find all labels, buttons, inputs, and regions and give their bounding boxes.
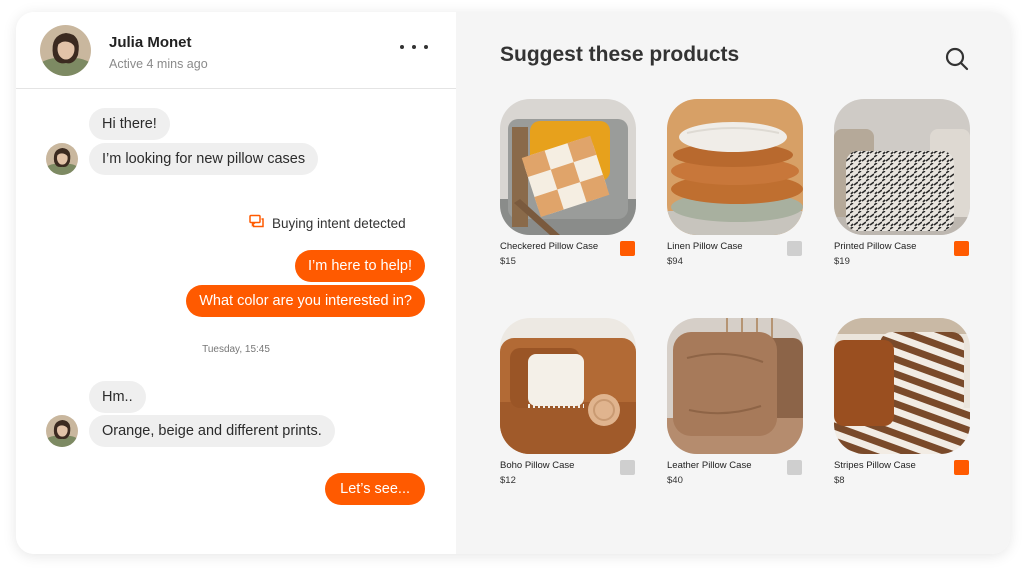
customer-avatar	[46, 415, 78, 447]
product-color-swatch[interactable]	[787, 460, 802, 475]
product-card-printed[interactable]: Printed Pillow Case $19	[834, 99, 970, 269]
app-window: Julia Monet Active 4 mins ago Hi there! …	[16, 12, 1010, 554]
product-suggestions-panel: Suggest these products Checkered Pillow …	[456, 12, 1010, 554]
product-color-swatch[interactable]	[787, 241, 802, 256]
product-card-checkered[interactable]: Checkered Pillow Case $15	[500, 99, 636, 269]
message-bubble-incoming: Hi there!	[89, 108, 170, 140]
message-bubble-incoming: Hm..	[89, 381, 146, 413]
product-name: Printed Pillow Case	[834, 241, 917, 252]
product-price: $12	[500, 475, 516, 486]
customer-avatar	[46, 143, 78, 175]
panel-title: Suggest these products	[500, 43, 740, 66]
contact-name: Julia Monet	[109, 34, 192, 51]
product-name: Linen Pillow Case	[667, 241, 743, 252]
message-bubble-outgoing: I’m here to help!	[295, 250, 425, 282]
product-image	[834, 99, 970, 235]
chat-panel: Julia Monet Active 4 mins ago Hi there! …	[16, 12, 456, 554]
product-price: $19	[834, 256, 850, 267]
product-color-swatch[interactable]	[620, 460, 635, 475]
product-price: $40	[667, 475, 683, 486]
more-options-icon[interactable]	[400, 37, 428, 57]
message-timestamp: Tuesday, 15:45	[202, 344, 270, 355]
product-color-swatch[interactable]	[954, 460, 969, 475]
product-card-boho[interactable]: Boho Pillow Case $12	[500, 318, 636, 488]
message-bubble-incoming: Orange, beige and different prints.	[89, 415, 335, 447]
product-price: $15	[500, 256, 516, 267]
search-icon[interactable]	[944, 46, 970, 72]
product-color-swatch[interactable]	[954, 241, 969, 256]
product-name: Leather Pillow Case	[667, 460, 752, 471]
contact-status: Active 4 mins ago	[109, 57, 208, 71]
product-name: Stripes Pillow Case	[834, 460, 916, 471]
message-bubble-outgoing: Let’s see...	[325, 473, 425, 505]
product-image	[667, 99, 803, 235]
intent-label: Buying intent detected	[272, 215, 406, 231]
product-image	[500, 99, 636, 235]
product-card-leather[interactable]: Leather Pillow Case $40	[667, 318, 803, 488]
contact-avatar[interactable]	[40, 25, 91, 76]
product-image	[667, 318, 803, 454]
product-card-linen[interactable]: Linen Pillow Case $94	[667, 99, 803, 269]
chat-header: Julia Monet Active 4 mins ago	[16, 12, 456, 89]
chat-bubbles-icon	[249, 214, 265, 233]
message-bubble-incoming: I’m looking for new pillow cases	[89, 143, 319, 175]
product-image	[834, 318, 970, 454]
product-name: Checkered Pillow Case	[500, 241, 599, 252]
product-color-swatch[interactable]	[620, 241, 635, 256]
product-name: Boho Pillow Case	[500, 460, 575, 471]
product-card-stripes[interactable]: Stripes Pillow Case $8	[834, 318, 970, 488]
buying-intent-indicator: Buying intent detected	[249, 213, 406, 233]
product-image	[500, 318, 636, 454]
product-price: $94	[667, 256, 683, 267]
product-price: $8	[834, 475, 845, 486]
message-bubble-outgoing: What color are you interested in?	[186, 285, 425, 317]
